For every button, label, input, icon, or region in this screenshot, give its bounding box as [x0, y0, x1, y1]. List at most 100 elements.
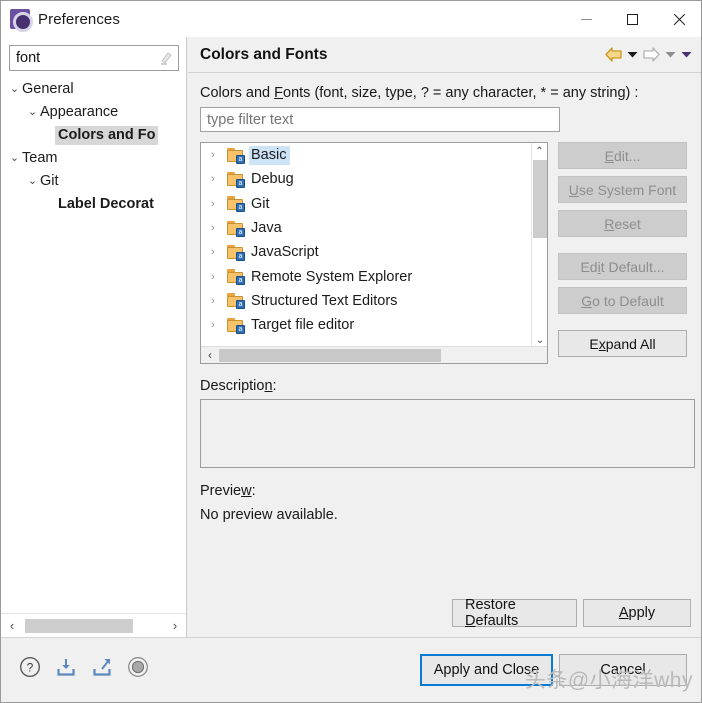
button-label: Cancel: [600, 662, 646, 678]
maximize-button[interactable]: [609, 1, 655, 37]
page-button-row: Restore Defaults Apply: [452, 597, 691, 629]
button-label: Use System Font: [568, 181, 677, 198]
filter-field[interactable]: [200, 107, 560, 132]
colors-fonts-tree[interactable]: › a Basic › a Debug › a Git › a Java › a…: [200, 142, 548, 364]
go-to-default-button[interactable]: Go to Default: [558, 287, 687, 314]
tree-item-tasks[interactable]: › a Tasks: [201, 337, 546, 341]
sidebar-item-colors-and-fonts[interactable]: Colors and Fo: [1, 124, 186, 147]
footer-button-group: Apply and Close Cancel: [420, 654, 687, 686]
tree-item-target-file-editor[interactable]: › a Target file editor: [201, 313, 546, 337]
close-button[interactable]: [655, 1, 701, 37]
tree-item-debug[interactable]: › a Debug: [201, 167, 546, 191]
back-history-button[interactable]: [625, 45, 639, 65]
button-label: Reset: [604, 215, 641, 232]
sidebar-search[interactable]: [9, 45, 179, 71]
tree-item-java[interactable]: › a Java: [201, 216, 546, 240]
folder-font-icon: a: [227, 220, 245, 237]
tree-item-basic[interactable]: › a Basic: [201, 143, 546, 167]
chevron-right-icon[interactable]: ›: [211, 198, 227, 210]
tree-item-remote-system-explorer[interactable]: › a Remote System Explorer: [201, 264, 546, 288]
chevron-down-icon[interactable]: ⌄: [25, 176, 40, 187]
main-content: Colors and Fonts Colors and Fonts (font,…: [188, 37, 701, 637]
sidebar-horizontal-scrollbar[interactable]: ‹ ›: [1, 613, 186, 637]
button-label: Edit Default...: [580, 258, 665, 275]
description-box[interactable]: [200, 399, 695, 468]
back-button[interactable]: [603, 44, 623, 66]
apply-button[interactable]: Apply: [583, 599, 691, 627]
maximize-icon: [626, 13, 638, 25]
chevron-right-icon[interactable]: ›: [211, 222, 227, 234]
chevron-down-icon[interactable]: ⌄: [7, 153, 22, 164]
export-icon[interactable]: [91, 656, 113, 678]
sidebar-item-general[interactable]: ⌄ General: [1, 78, 186, 101]
action-button-column: Edit... Use System Font Reset Edit Defau…: [558, 142, 687, 364]
sidebar-item-label-decorations[interactable]: Label Decorat: [1, 193, 186, 216]
sidebar-item-label: General: [22, 81, 74, 98]
chevron-down-icon: [627, 52, 637, 58]
tree-item-label: JavaScript: [251, 244, 319, 261]
tree-item-label: Java: [251, 220, 282, 237]
forward-history-button[interactable]: [663, 45, 677, 65]
minimize-button[interactable]: [563, 1, 609, 37]
scroll-left-icon[interactable]: ‹: [1, 618, 23, 633]
scroll-up-icon[interactable]: ⌃: [532, 143, 547, 159]
sidebar-item-team[interactable]: ⌄ Team: [1, 147, 186, 170]
page-header: Colors and Fonts: [188, 37, 701, 73]
back-arrow-icon: [604, 47, 622, 62]
help-icon[interactable]: ?: [19, 656, 41, 678]
sidebar-item-appearance[interactable]: ⌄ Appearance: [1, 101, 186, 124]
preferences-dialog: Preferences ⌄ General: [0, 0, 702, 703]
page-body: Colors and Fonts (font, size, type, ? = …: [188, 73, 701, 523]
scroll-right-icon[interactable]: ›: [541, 348, 547, 362]
sidebar-item-git[interactable]: ⌄ Git: [1, 170, 186, 193]
edit-button[interactable]: Edit...: [558, 142, 687, 169]
view-menu-button[interactable]: [679, 45, 693, 65]
svg-text:?: ?: [27, 661, 34, 675]
scrollbar-thumb[interactable]: [533, 160, 547, 238]
button-label: Edit...: [604, 147, 641, 164]
restore-defaults-button[interactable]: Restore Defaults: [452, 597, 577, 629]
scrollbar-thumb[interactable]: [25, 618, 133, 633]
chevron-down-icon: [681, 52, 691, 58]
tree-item-git[interactable]: › a Git: [201, 192, 546, 216]
import-icon[interactable]: [55, 656, 77, 678]
tree-item-label: Basic: [249, 145, 291, 165]
tree-item-javascript[interactable]: › a JavaScript: [201, 240, 546, 264]
chevron-down-icon[interactable]: ⌄: [25, 107, 40, 118]
button-label: Apply and Close: [433, 662, 540, 678]
tree-item-structured-text-editors[interactable]: › a Structured Text Editors: [201, 289, 546, 313]
forward-button[interactable]: [641, 44, 661, 66]
reset-button[interactable]: Reset: [558, 210, 687, 237]
expand-all-button[interactable]: Expand All: [558, 330, 687, 357]
edit-default-button[interactable]: Edit Default...: [558, 253, 687, 280]
tree-item-label: Target file editor: [251, 317, 355, 334]
scroll-right-icon[interactable]: ›: [164, 618, 186, 633]
record-icon[interactable]: [127, 656, 149, 678]
title-bar: Preferences: [1, 1, 701, 37]
chevron-right-icon[interactable]: ›: [211, 271, 227, 283]
chevron-right-icon[interactable]: ›: [211, 319, 227, 331]
cancel-button[interactable]: Cancel: [559, 654, 687, 686]
chevron-down-icon[interactable]: ⌄: [7, 84, 22, 95]
scroll-left-icon[interactable]: ‹: [201, 348, 219, 362]
chevron-right-icon[interactable]: ›: [211, 149, 227, 161]
tree-horizontal-scrollbar[interactable]: ‹ ›: [201, 346, 547, 363]
tree-vertical-scrollbar[interactable]: ⌃ ⌄: [531, 143, 547, 348]
button-label: Go to Default: [581, 292, 664, 309]
sidebar-tree: ⌄ General ⌄ Appearance Colors and Fo ⌄ T…: [1, 78, 186, 216]
chevron-right-icon[interactable]: ›: [211, 246, 227, 258]
use-system-font-button[interactable]: Use System Font: [558, 176, 687, 203]
apply-and-close-button[interactable]: Apply and Close: [420, 654, 553, 686]
scrollbar-thumb[interactable]: [219, 348, 441, 362]
tree-item-label: Remote System Explorer: [251, 268, 413, 285]
button-label: Restore Defaults: [465, 597, 519, 629]
scrollbar-track[interactable]: [23, 618, 164, 633]
scrollbar-track[interactable]: [219, 348, 541, 362]
sidebar-item-label: Git: [40, 173, 59, 190]
clear-icon[interactable]: [159, 50, 173, 66]
chevron-right-icon[interactable]: ›: [211, 295, 227, 307]
tree-item-label: Debug: [251, 171, 294, 188]
filter-input[interactable]: [201, 109, 559, 130]
chevron-right-icon[interactable]: ›: [211, 173, 227, 185]
search-input[interactable]: [10, 47, 150, 69]
